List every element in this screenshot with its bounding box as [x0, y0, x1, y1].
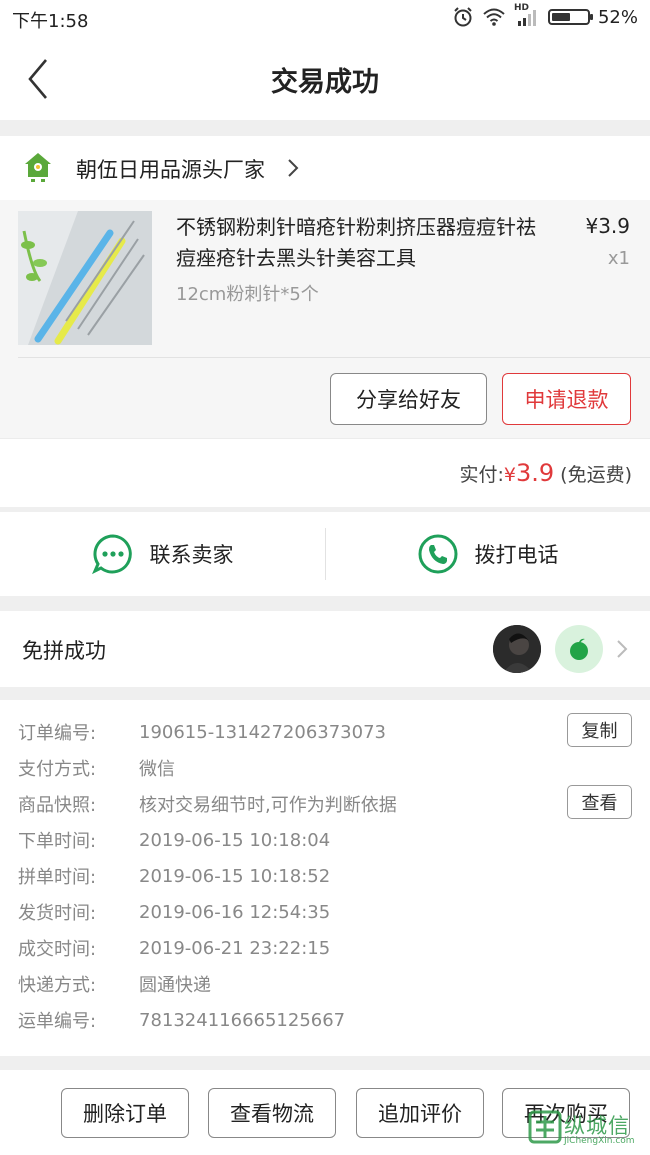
info-label: 成交时间: [18, 939, 97, 960]
shop-name: 朝伍日用品源头厂家 [76, 158, 265, 182]
paid-currency: ¥ [503, 464, 516, 486]
watermark-url: JiChengXin.com [564, 1136, 635, 1146]
battery-icon [547, 9, 593, 25]
info-label: 支付方式: [18, 759, 97, 780]
info-row: 订单编号: 190615-131427206373073 [18, 714, 386, 750]
view-snapshot-button[interactable]: 查看 [567, 785, 632, 819]
product-quantity: x1 [607, 248, 630, 269]
info-label: 运单编号: [18, 1011, 97, 1032]
refund-button[interactable]: 申请退款 [502, 373, 631, 425]
info-value: 2019-06-16 12:54:35 [139, 901, 331, 923]
info-row: 运单编号: 781324116665125667 [18, 1002, 345, 1038]
info-row: 发货时间: 2019-06-16 12:54:35 [18, 894, 330, 930]
divider [18, 357, 650, 358]
info-value: 核对交易细节时,可作为判断依据 [139, 795, 397, 816]
product-card[interactable]: 不锈钢粉刺针暗疮针粉刺挤压器痘痘针祛痘痤疮针去黑头针美容工具 12cm粉刺针*5… [0, 200, 650, 438]
avatar [493, 625, 541, 673]
contact-seller-button[interactable]: 联系卖家 [0, 512, 325, 596]
page-title: 交易成功 [271, 67, 379, 98]
signal-icon: HD [514, 3, 540, 28]
status-time: 下午1:58 [12, 11, 89, 32]
info-value: 190615-131427206373073 [139, 721, 386, 743]
shop-icon [25, 153, 51, 182]
info-value: 781324116665125667 [139, 1009, 346, 1031]
group-status: 免拼成功 [22, 639, 106, 663]
info-row: 支付方式: 微信 [18, 750, 175, 786]
contact-row: 联系卖家 拨打电话 [0, 512, 650, 596]
info-label: 拼单时间: [18, 867, 97, 888]
info-label: 商品快照: [18, 795, 97, 816]
info-row: 商品快照: 核对交易细节时,可作为判断依据 [18, 786, 397, 822]
chat-icon [91, 534, 132, 575]
info-row: 拼单时间: 2019-06-15 10:18:52 [18, 858, 330, 894]
info-label: 发货时间: [18, 903, 97, 924]
nav-bar: 交易成功 [0, 38, 650, 120]
info-label: 快递方式: [18, 975, 97, 996]
call-phone-button[interactable]: 拨打电话 [325, 512, 650, 596]
info-label: 下单时间: [18, 831, 97, 852]
info-value: 微信 [139, 759, 175, 780]
info-label: 订单编号: [18, 723, 97, 744]
wifi-icon [483, 8, 505, 26]
chevron-right-icon [288, 159, 299, 177]
chevron-right-icon [617, 640, 628, 658]
paid-label: 实付: [459, 464, 504, 486]
product-spec: 12cm粉刺针*5个 [176, 284, 319, 305]
info-value: 2019-06-15 10:18:52 [139, 865, 331, 887]
contact-seller-label: 联系卖家 [149, 543, 234, 567]
view-logistics-button[interactable]: 查看物流 [208, 1088, 336, 1138]
group-buy-row[interactable]: 免拼成功 [0, 611, 650, 687]
paid-value: 3.9 [515, 459, 555, 487]
info-row: 快递方式: 圆通快递 [18, 966, 211, 1002]
watermark-logo-icon [528, 1110, 562, 1144]
info-row: 成交时间: 2019-06-21 23:22:15 [18, 930, 330, 966]
status-bar: 下午1:58 HD 52% [0, 0, 650, 38]
battery-percent: 52% [597, 6, 638, 28]
delete-order-button[interactable]: 删除订单 [61, 1088, 189, 1138]
watermark: 纵城信 JiChengXin.com [528, 1106, 646, 1152]
call-phone-label: 拨打电话 [474, 543, 559, 567]
product-price: ¥3.9 [585, 214, 630, 238]
avatar [555, 625, 603, 673]
shipping-note: (免运费) [554, 464, 632, 486]
shop-row[interactable]: 朝伍日用品源头厂家 [0, 136, 650, 200]
paid-amount: 实付:¥3.9 (免运费) [459, 459, 632, 487]
add-review-button[interactable]: 追加评价 [356, 1088, 484, 1138]
alarm-icon [454, 7, 472, 27]
info-value: 2019-06-15 10:18:04 [139, 829, 331, 851]
info-value: 圆通快递 [139, 975, 211, 996]
status-icons: HD 52% [452, 3, 638, 28]
product-image[interactable] [18, 211, 152, 345]
copy-button[interactable]: 复制 [567, 713, 632, 747]
info-row: 下单时间: 2019-06-15 10:18:04 [18, 822, 330, 858]
share-button[interactable]: 分享给好友 [330, 373, 487, 425]
payment-summary: 实付:¥3.9 (免运费) [0, 438, 650, 507]
apple-icon [570, 638, 588, 660]
info-value: 2019-06-21 23:22:15 [139, 937, 331, 959]
order-info: 复制 查看 订单编号: 190615-131427206373073 支付方式: 微信… [0, 700, 650, 1056]
phone-icon [418, 534, 457, 574]
product-title: 不锈钢粉刺针暗疮针粉刺挤压器痘痘针祛痘痤疮针去黑头针美容工具 [176, 215, 536, 270]
